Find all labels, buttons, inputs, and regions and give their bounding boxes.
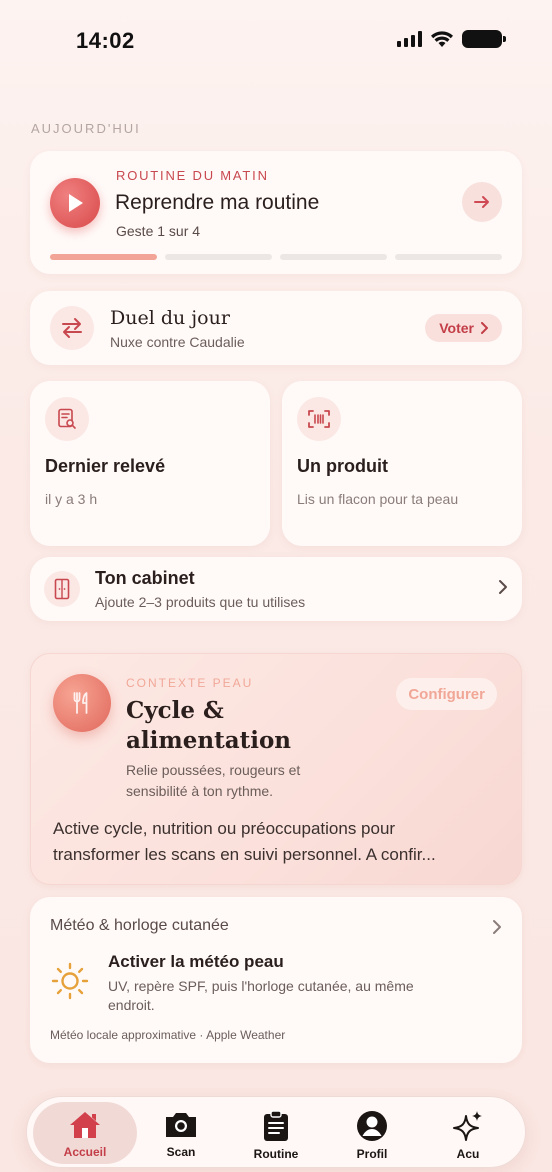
context-body: Active cycle, nutrition ou préoccupation… <box>53 819 436 864</box>
barcode-icon-container <box>297 397 341 441</box>
product-title: Un produit <box>297 456 388 476</box>
cabinet-icon-container <box>44 571 80 607</box>
progress-segment <box>165 254 272 260</box>
cabinet-icon <box>54 578 70 600</box>
product-subtitle: Lis un flacon pour ta peau <box>297 491 459 507</box>
chevron-right-icon <box>493 920 501 934</box>
clipboard-icon <box>264 1110 288 1141</box>
tab-label: Profil <box>356 1147 388 1161</box>
routine-continue-button[interactable] <box>462 182 502 222</box>
vote-button[interactable]: Voter <box>425 314 502 342</box>
status-time: 14:02 <box>76 28 135 53</box>
arrow-right-icon <box>474 196 489 208</box>
weather-card[interactable]: Météo & horloge cutanée Activer la météo… <box>30 897 522 1063</box>
duel-card[interactable]: Duel du jour Nuxe contre Caudalie Voter <box>30 291 522 365</box>
context-eyebrow: CONTEXTE PEAU <box>126 676 254 690</box>
last-reading-card[interactable]: Dernier relevé il y a 3 h <box>30 381 270 546</box>
battery-icon <box>462 30 506 48</box>
cabinet-title: Ton cabinet <box>95 568 195 588</box>
tab-label: Acu <box>456 1147 480 1161</box>
scan-product-card[interactable]: Un produit Lis un flacon pour ta peau <box>282 381 522 546</box>
duel-icon-container <box>50 306 94 350</box>
play-button[interactable] <box>50 178 100 228</box>
progress-segment <box>50 254 157 260</box>
chevron-right-icon <box>499 580 507 594</box>
routine-progress <box>50 254 502 260</box>
cutlery-icon-container <box>53 674 111 732</box>
tab-acu[interactable]: Acu <box>420 1102 516 1164</box>
cabinet-subtitle: Ajoute 2–3 produits que tu utilises <box>95 594 306 610</box>
report-search-icon <box>58 408 76 429</box>
tab-profile[interactable]: Profil <box>324 1102 420 1164</box>
status-icons <box>397 30 506 48</box>
sparkle-icon <box>453 1111 482 1141</box>
signal-icon <box>397 31 422 47</box>
tab-label: Scan <box>166 1145 196 1159</box>
home-icon <box>70 1112 100 1138</box>
routine-title: Reprendre ma routine <box>115 191 320 214</box>
duel-title: Duel du jour <box>110 307 230 329</box>
weather-subtitle: UV, repère SPF, puis l'horloge cutanée, … <box>108 978 414 1013</box>
duel-subtitle: Nuxe contre Caudalie <box>110 334 245 350</box>
report-icon-container <box>45 397 89 441</box>
context-subtitle: Relie poussées, rougeurs et sensibilité … <box>126 762 301 799</box>
progress-segment <box>280 254 387 260</box>
routine-step: Geste 1 sur 4 <box>116 223 201 239</box>
tab-home[interactable]: Accueil <box>33 1102 137 1164</box>
tab-label: Routine <box>253 1147 299 1161</box>
skin-context-card[interactable]: CONTEXTE PEAU Cycle & alimentation Relie… <box>30 653 522 885</box>
configure-button[interactable]: Configurer <box>396 678 497 710</box>
section-label-today: AUJOURD'HUI <box>31 121 141 136</box>
weather-header: Météo & horloge cutanée <box>50 917 229 934</box>
tab-bar: Accueil Scan Routine Profil Acu <box>26 1096 526 1168</box>
routine-eyebrow: ROUTINE DU MATIN <box>116 168 269 183</box>
tab-scan[interactable]: Scan <box>133 1102 229 1164</box>
play-icon <box>69 194 83 212</box>
camera-icon <box>166 1113 196 1137</box>
weather-title: Activer la météo peau <box>108 952 284 971</box>
vote-button-label: Voter <box>439 320 474 336</box>
progress-segment <box>395 254 502 260</box>
context-title: Cycle & alimentation <box>126 697 292 754</box>
status-bar: 14:02 <box>0 0 552 80</box>
cutlery-icon <box>73 692 88 714</box>
chevron-right-icon <box>481 322 488 334</box>
swap-arrows-icon <box>62 318 82 338</box>
last-reading-title: Dernier relevé <box>45 456 166 476</box>
profile-icon <box>357 1111 387 1141</box>
routine-card[interactable]: ROUTINE DU MATIN Reprendre ma routine Ge… <box>30 151 522 274</box>
last-reading-subtitle: il y a 3 h <box>45 491 98 507</box>
weather-footer: Météo locale approximative · Apple Weath… <box>50 1028 286 1042</box>
wifi-icon <box>431 31 453 47</box>
barcode-scan-icon <box>308 410 330 428</box>
tab-label: Accueil <box>63 1145 107 1159</box>
sun-icon <box>51 962 89 1000</box>
tab-routine[interactable]: Routine <box>228 1102 324 1164</box>
cabinet-card[interactable]: Ton cabinet Ajoute 2–3 produits que tu u… <box>30 557 522 621</box>
